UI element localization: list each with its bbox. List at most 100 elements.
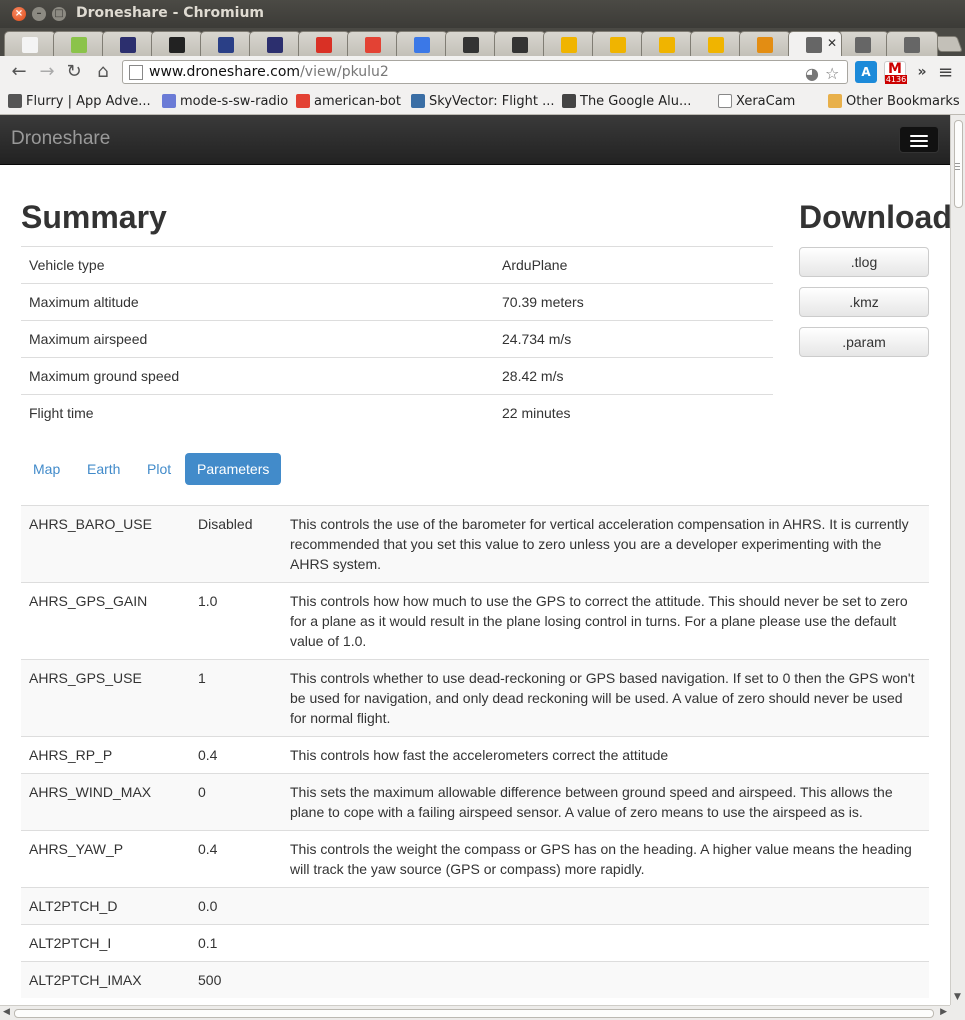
parameter-value: 500	[190, 961, 282, 998]
parameter-desc	[282, 961, 929, 998]
summary-row: Flight time 22 minutes	[21, 394, 773, 432]
summary-heading: Summary	[21, 199, 167, 235]
page-icon	[129, 65, 143, 80]
parameter-value: 0.4	[190, 830, 282, 888]
close-tab-icon[interactable]: ✕	[827, 36, 837, 50]
browser-tab[interactable]	[543, 31, 595, 56]
bookmark-item[interactable]: SkyVector: Flight ...	[411, 92, 555, 110]
bookmark-item[interactable]: mode-s-sw-radio	[162, 92, 288, 110]
bookmark-item[interactable]: Flurry | App Adve...	[8, 92, 151, 110]
url-text: www.droneshare.com/view/pkulu2	[149, 64, 389, 80]
bookmark-label: SkyVector: Flight ...	[429, 93, 555, 109]
vertical-scrollbar[interactable]: ▼	[950, 115, 965, 1005]
browser-tab[interactable]	[151, 31, 203, 56]
window-minimize-button[interactable]: –	[32, 7, 46, 21]
browser-tab[interactable]	[592, 31, 644, 56]
tab-earth[interactable]: Earth	[75, 453, 132, 485]
browser-tab[interactable]	[102, 31, 154, 56]
starburst-icon	[169, 37, 185, 53]
parameter-name: AHRS_WIND_MAX	[21, 773, 190, 831]
parameter-row: AHRS_GPS_USE 1 This controls whether to us…	[21, 659, 929, 737]
browser-tab[interactable]	[298, 31, 350, 56]
parameter-value: 0.1	[190, 924, 282, 962]
tab-map[interactable]: Map	[21, 453, 72, 485]
summary-row: Vehicle type ArduPlane	[21, 246, 773, 284]
browser-tab[interactable]	[690, 31, 742, 56]
parameter-value: 0	[190, 773, 282, 831]
browser-tab[interactable]	[347, 31, 399, 56]
scroll-right-arrow-icon[interactable]: ▶	[940, 1007, 947, 1017]
browser-tab[interactable]	[445, 31, 497, 56]
reddit-icon[interactable]: ◕	[805, 64, 819, 83]
extension-menu-icon[interactable]: »	[911, 61, 933, 83]
parameter-value: 1	[190, 659, 282, 737]
page-viewport: Droneshare Summary Download Vehicle type…	[0, 115, 950, 1005]
plane-icon	[806, 37, 822, 53]
reload-icon[interactable]: ↻	[63, 61, 85, 83]
browser-tab[interactable]	[53, 31, 105, 56]
browser-window: × – □ Droneshare - Chromium ✕ ← → ↻ ⌂ ww…	[0, 0, 965, 1020]
bookmark-star-icon[interactable]: ☆	[825, 64, 839, 83]
translate-icon[interactable]: A	[855, 61, 877, 83]
home-icon[interactable]: ⌂	[92, 61, 114, 83]
download-button[interactable]: .kmz	[799, 287, 929, 317]
bookmark-label: The Google Alu...	[580, 93, 692, 109]
page-icon	[718, 94, 732, 108]
summary-value: ArduPlane	[494, 246, 773, 284]
summary-value: 24.734 m/s	[494, 320, 773, 358]
browser-tab[interactable]	[837, 31, 889, 56]
bookmark-item[interactable]: The Google Alu...	[562, 92, 691, 110]
box-icon	[561, 37, 577, 53]
parameter-row: AHRS_YAW_P 0.4 This controls the weight th…	[21, 830, 929, 888]
parameter-row: ALT2PTCH_I 0.1	[21, 924, 929, 962]
parameter-desc: This controls the use of the barometer f…	[282, 505, 929, 583]
reddit-icon	[296, 94, 310, 108]
address-bar[interactable]: www.droneshare.com/view/pkulu2 ◕ ☆	[122, 60, 848, 84]
forward-arrow-icon[interactable]: →	[36, 61, 58, 83]
parameter-name: AHRS_BARO_USE	[21, 505, 190, 583]
menu-icon[interactable]: ≡	[938, 62, 953, 83]
summary-label: Maximum ground speed	[21, 357, 494, 395]
browser-tab[interactable]	[641, 31, 693, 56]
download-button[interactable]: .param	[799, 327, 929, 357]
horizontal-scroll-thumb[interactable]	[14, 1009, 934, 1018]
window-close-button[interactable]: ×	[12, 7, 26, 21]
title-bar: × – □ Droneshare - Chromium	[0, 0, 965, 28]
project-icon	[162, 94, 176, 108]
nav-toggle-button[interactable]	[899, 126, 939, 153]
bookmark-item[interactable]: XeraCam	[718, 92, 795, 110]
back-arrow-icon[interactable]: ←	[8, 61, 30, 83]
gmail-icon[interactable]: M 4136	[884, 61, 907, 84]
scroll-left-arrow-icon[interactable]: ◀	[3, 1007, 10, 1017]
browser-tab[interactable]	[494, 31, 546, 56]
stack-icon	[757, 37, 773, 53]
bookmarks-bar: Flurry | App Adve... mode-s-sw-radio ameri…	[0, 88, 965, 115]
bookmark-label: american-bot	[314, 93, 401, 109]
bookmark-item[interactable]: american-bot	[296, 92, 401, 110]
browser-tab[interactable]	[739, 31, 791, 56]
site-brand[interactable]: Droneshare	[11, 128, 110, 150]
tab-parameters[interactable]: Parameters	[185, 453, 282, 485]
browser-tab[interactable]	[886, 31, 938, 56]
browser-tab[interactable]	[4, 31, 56, 56]
horizontal-scrollbar[interactable]: ◀ ▶	[0, 1005, 950, 1020]
browser-tab[interactable]	[200, 31, 252, 56]
vertical-scroll-thumb[interactable]	[954, 120, 963, 208]
window-title: Droneshare - Chromium	[76, 5, 265, 21]
parameter-name: ALT2PTCH_D	[21, 887, 190, 925]
tab-plot[interactable]: Plot	[135, 453, 183, 485]
browser-toolbar: ← → ↻ ⌂ www.droneshare.com/view/pkulu2 ◕…	[0, 56, 965, 88]
download-button[interactable]: .tlog	[799, 247, 929, 277]
gmail-icon	[316, 37, 332, 53]
summary-row: Maximum altitude 70.39 meters	[21, 283, 773, 321]
bookmark-item[interactable]: Other Bookmarks	[828, 92, 960, 110]
browser-tab[interactable]: ✕	[788, 31, 842, 56]
browser-tab[interactable]	[249, 31, 301, 56]
browser-tab[interactable]	[396, 31, 448, 56]
scroll-down-arrow-icon[interactable]: ▼	[954, 992, 961, 1002]
window-maximize-button[interactable]: □	[52, 7, 66, 21]
people-icon	[562, 94, 576, 108]
parameter-row: AHRS_WIND_MAX 0 This sets the maximum allo…	[21, 773, 929, 831]
parameter-value: 0.0	[190, 887, 282, 925]
parameter-desc	[282, 887, 929, 925]
